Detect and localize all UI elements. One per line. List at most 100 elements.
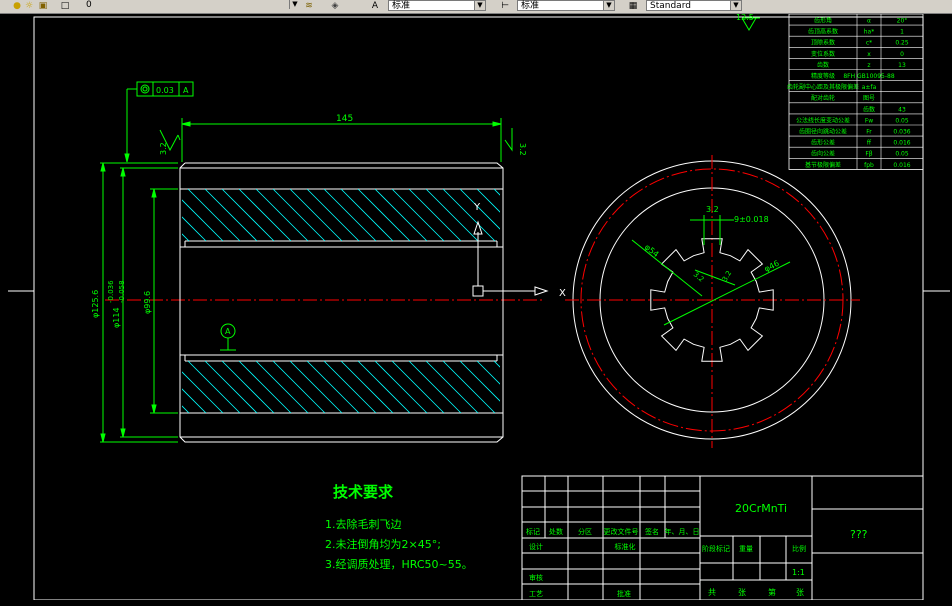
- param-cell: Fβ: [865, 151, 872, 158]
- title-block-label: 工艺: [529, 590, 543, 598]
- title-block-label: 重量: [739, 545, 753, 553]
- param-cell: 精度等级: [811, 72, 835, 80]
- layer-dropdown-arrow[interactable]: ▼: [270, 0, 300, 11]
- layer-stack-icon[interactable]: ≋: [304, 1, 314, 11]
- title-block-label: 审核: [529, 573, 543, 582]
- title-block-header: 签名: [645, 527, 659, 536]
- dim-style-value: 标准: [521, 1, 540, 11]
- param-cell: 0.016: [893, 140, 910, 147]
- param-cell: 13: [898, 62, 906, 69]
- lock-icon[interactable]: ▣: [38, 1, 48, 11]
- param-cell: 齿向公差: [811, 150, 835, 158]
- param-cell: Fr: [866, 129, 872, 136]
- table-style-value: Standard: [650, 1, 691, 11]
- small-radius-dim: 3.2: [692, 270, 706, 283]
- tech-req-title: 技术要求: [333, 483, 394, 501]
- parameter-table: 齿形角 α 20° 齿顶高系数 ha* 1 顶隙系数 c* 0.25 变位系数 x 0 齿数 z 13 精度等…: [787, 14, 924, 170]
- param-cell: 0: [900, 51, 904, 58]
- param-cell: 齿顶高系数: [808, 28, 838, 36]
- roughness-top-value: 12.5: [736, 14, 754, 22]
- param-cell: 基节极限偏差: [805, 161, 841, 169]
- layers-icon[interactable]: ◈: [330, 1, 340, 11]
- param-cell: 齿形公差: [811, 139, 835, 147]
- param-cell: c*: [866, 40, 872, 47]
- text-style-icon[interactable]: A: [370, 1, 380, 11]
- param-cell: x: [867, 51, 871, 58]
- param-cell: 0.25: [895, 40, 909, 47]
- datum-bubble-label: A: [225, 327, 231, 336]
- param-cell: 齿圈径向跳动公差: [799, 128, 847, 136]
- param-cell: 0.036: [893, 129, 910, 136]
- roughness-right-value: 3.2: [518, 143, 527, 156]
- param-cell: 齿数: [817, 61, 829, 69]
- section-outline: [179, 162, 504, 443]
- title-block-label: 阶段标记: [702, 544, 730, 553]
- param-cell: ha*: [864, 29, 874, 36]
- dim-style-icon[interactable]: ⊢: [500, 1, 510, 11]
- tech-req-item-3: 3.经调质处理，HRC50~55。: [325, 558, 473, 571]
- drawing-canvas[interactable]: 12.5 145 0.03 A 3.2 3.2 φ125.6 φ114 -0.0…: [0, 14, 952, 600]
- ucs-y-label: Y: [473, 202, 481, 213]
- param-cell: 43: [898, 106, 906, 113]
- title-block-label: 比例: [792, 544, 806, 553]
- part-name-text: ???: [850, 528, 868, 541]
- surface-roughness-top: 12.5: [736, 14, 760, 31]
- param-cell: 齿数: [863, 105, 875, 113]
- title-block-label: 标准化: [615, 542, 636, 551]
- param-cell: 顶隙系数: [811, 39, 835, 47]
- param-cell: 1: [900, 29, 904, 36]
- param-cell: 齿形角: [814, 17, 832, 25]
- ucs-x-label: X: [559, 288, 566, 299]
- roughness-left-value: 3.2: [159, 142, 168, 155]
- dim-length-text: 145: [336, 114, 353, 124]
- table-style-icon[interactable]: ▦: [628, 1, 638, 11]
- title-block-sheet-cell: 张: [738, 588, 746, 597]
- hatch-bottom: [182, 361, 500, 413]
- param-cell: 齿轮副中心距及其极限偏差: [787, 83, 859, 91]
- title-block-sheet-cell: 共: [708, 588, 716, 597]
- sun-icon[interactable]: ☼: [24, 1, 34, 11]
- roughness-right: [504, 128, 513, 152]
- title-block-header: 处数: [549, 527, 563, 536]
- title-block-header: 年、月、日: [665, 527, 700, 536]
- param-cell: 0.05: [895, 117, 909, 124]
- dim-pitch-dia-lower: -0.058: [118, 280, 126, 303]
- title-block-header: 标记: [526, 527, 540, 536]
- param-cell: a±fa: [862, 84, 877, 91]
- section-view: 145 0.03 A 3.2 3.2 φ125.6 φ114 -0.036 -0…: [91, 81, 566, 443]
- small-radius-dim-2: 3.2: [721, 269, 733, 283]
- dia-54-dim: φ54: [643, 242, 661, 259]
- lightbulb-icon[interactable]: ●: [12, 1, 22, 11]
- param-cell: 8FH GB10095-88: [843, 73, 895, 80]
- param-cell: 0.016: [893, 162, 910, 169]
- title-block-sheet: 共张第张: [708, 587, 804, 597]
- ucs-icon[interactable]: [472, 220, 549, 297]
- tech-req-item-2: 2.未注倒角均为2×45°;: [325, 537, 441, 551]
- title-block-sheet-cell: 张: [796, 588, 804, 597]
- param-cell: fpb: [864, 162, 874, 169]
- title-block-header: 分区: [578, 527, 592, 536]
- layer-value[interactable]: 0: [86, 0, 92, 10]
- material-text: 20CrMnTi: [735, 502, 787, 515]
- param-cell: 配对齿轮: [811, 94, 835, 102]
- title-block-label: 设计: [529, 542, 543, 551]
- param-cell: 图号: [863, 95, 875, 102]
- param-cell: α: [867, 18, 871, 25]
- dim-style-combo[interactable]: 标准 ▼: [517, 0, 615, 11]
- table-style-combo[interactable]: Standard ▼: [646, 0, 742, 11]
- param-cell: 公法线长度变动公差: [796, 116, 850, 124]
- hatch-top: [182, 189, 500, 241]
- toolbar: ● ☼ ▣ □ 0 ▼ ≋ ◈ A 标准 ▼ ⊢ 标准 ▼ ▦ Standard ▼: [0, 0, 952, 14]
- end-view-roughness: 3.2: [706, 205, 719, 214]
- end-view: 3.2 9±0.018 φ54 φ46 3.2 3.2: [565, 155, 860, 448]
- param-cell: 20°: [897, 18, 908, 25]
- runout-datum: A: [183, 86, 189, 95]
- color-swatch-icon[interactable]: □: [60, 1, 70, 11]
- text-style-combo[interactable]: 标准 ▼: [388, 0, 486, 11]
- command-bar[interactable]: [0, 600, 952, 606]
- title-block-labels: 设计 标准化审核工艺 批准 阶段标记 重量 比例: [529, 542, 806, 598]
- param-cell: Fw: [865, 117, 873, 124]
- dim-outer-dia: φ125.6: [91, 290, 100, 318]
- dim-length: [181, 118, 502, 162]
- param-cell: ff: [867, 140, 872, 147]
